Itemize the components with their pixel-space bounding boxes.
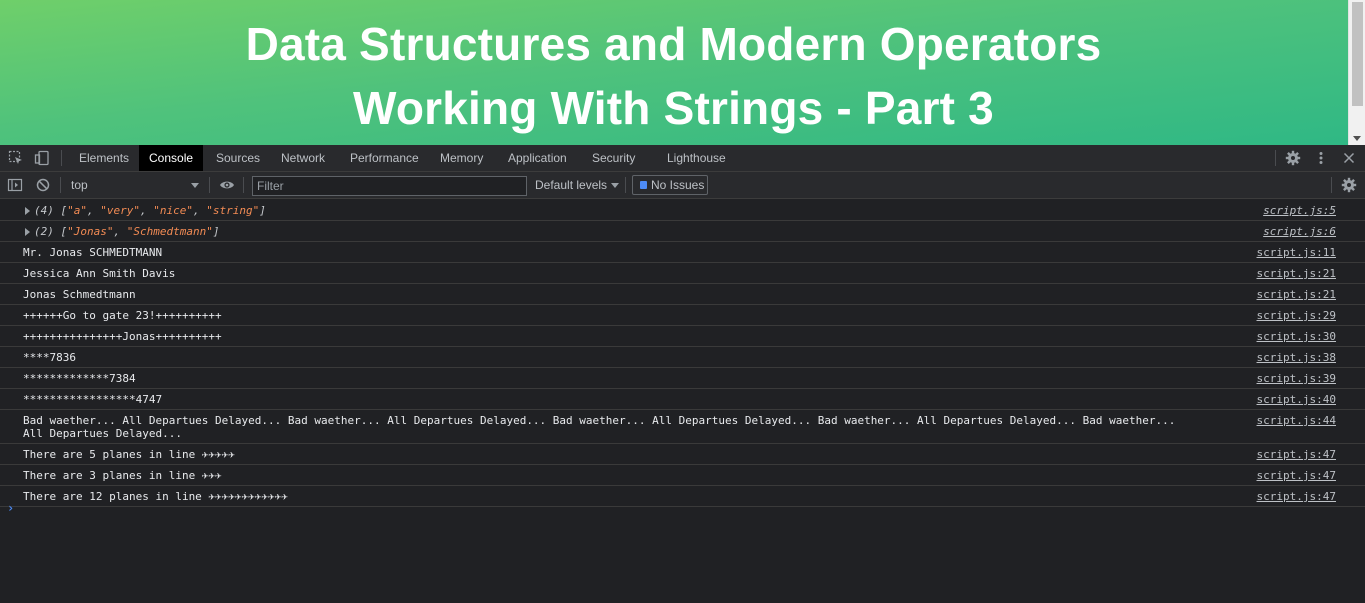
log-message: Mr. Jonas SCHMEDTMANN <box>23 246 163 259</box>
source-link[interactable]: script.js:44 <box>1257 414 1336 427</box>
array-item: "a" <box>67 204 87 217</box>
page-scrollbar[interactable] <box>1348 0 1365 145</box>
expand-triangle-icon[interactable] <box>25 207 30 215</box>
console-settings-gear-icon[interactable] <box>1341 177 1357 193</box>
source-link[interactable]: script.js:47 <box>1257 448 1336 461</box>
console-row: ++++++Go to gate 23!++++++++++ script.js:… <box>0 305 1365 326</box>
gear-icon[interactable] <box>1285 150 1301 166</box>
eye-icon[interactable] <box>219 177 235 193</box>
tab-sources[interactable]: Sources <box>206 145 270 171</box>
clear-console-icon[interactable] <box>35 177 51 193</box>
console-row: Bad waether... All Departues Delayed... … <box>0 410 1365 444</box>
toolbar-separator <box>60 177 61 193</box>
device-toolbar-icon[interactable] <box>34 150 50 166</box>
log-message: There are 12 planes in line ✈✈✈✈✈✈✈✈✈✈✈✈ <box>23 490 288 503</box>
console-messages: (4) ["a", "very", "nice", "string"] scrip… <box>0 200 1365 603</box>
devtools-tabbar: Elements Console Sources Network Performance… <box>0 145 1365 172</box>
chevron-down-icon <box>611 183 620 189</box>
console-prompt-icon[interactable]: › <box>7 501 14 515</box>
log-message: ****7836 <box>23 351 76 364</box>
source-link[interactable]: script.js:29 <box>1257 309 1336 322</box>
scroll-down-icon[interactable] <box>1353 136 1361 141</box>
array-count: (2) <box>34 225 54 238</box>
log-levels-label: Default levels <box>535 178 608 192</box>
tab-elements[interactable]: Elements <box>69 145 139 171</box>
tab-security[interactable]: Security <box>582 145 645 171</box>
source-link[interactable]: script.js:11 <box>1257 246 1336 259</box>
array-preview: (2) ["Jonas", "Schmedtmann"] <box>34 225 220 238</box>
console-row: *****************4747 script.js:40 <box>0 389 1365 410</box>
issues-button[interactable]: No Issues <box>632 175 708 195</box>
source-link[interactable]: script.js:21 <box>1257 288 1336 301</box>
toolbar-separator <box>61 150 62 166</box>
issues-label: No Issues <box>651 178 705 192</box>
source-link[interactable]: script.js:5 <box>1263 204 1336 217</box>
log-message: There are 5 planes in line ✈✈✈✈✈ <box>23 448 235 461</box>
console-row: *************7384 script.js:39 <box>0 368 1365 389</box>
source-link[interactable]: script.js:6 <box>1263 225 1336 238</box>
expand-triangle-icon[interactable] <box>25 228 30 236</box>
console-toolbar: top Default levels No Issues <box>0 172 1365 199</box>
console-row: There are 5 planes in line ✈✈✈✈✈ script.j… <box>0 444 1365 465</box>
console-row: Jonas Schmedtmann script.js:21 <box>0 284 1365 305</box>
log-levels-dropdown[interactable]: Default levels <box>535 176 620 195</box>
log-message: Jessica Ann Smith Davis <box>23 267 176 280</box>
console-row[interactable]: (4) ["a", "very", "nice", "string"] scrip… <box>0 200 1365 221</box>
console-row: There are 12 planes in line ✈✈✈✈✈✈✈✈✈✈✈✈… <box>0 486 1365 507</box>
toolbar-separator <box>209 177 210 193</box>
log-message: *****************4747 <box>23 393 163 406</box>
context-selector[interactable]: top <box>63 176 205 195</box>
tab-application[interactable]: Application <box>498 145 577 171</box>
array-count: (4) <box>34 204 54 217</box>
devtools-panel: Elements Console Sources Network Performance… <box>0 145 1365 603</box>
log-message: +++++++++++++++Jonas++++++++++ <box>23 330 222 343</box>
toolbar-separator <box>243 177 244 193</box>
scrollbar-thumb[interactable] <box>1352 2 1363 106</box>
toolbar-separator <box>625 177 626 193</box>
source-link[interactable]: script.js:39 <box>1257 372 1336 385</box>
array-item: "Schmedtmann" <box>126 225 213 238</box>
more-vertical-icon[interactable] <box>1313 150 1329 166</box>
page-subtitle: Working With Strings - Part 3 <box>353 82 994 134</box>
array-item: "very" <box>100 204 140 217</box>
console-row: +++++++++++++++Jonas++++++++++ script.js:… <box>0 326 1365 347</box>
chevron-down-icon <box>191 183 199 188</box>
source-link[interactable]: script.js:21 <box>1257 267 1336 280</box>
log-message: ++++++Go to gate 23!++++++++++ <box>23 309 222 322</box>
log-message: Jonas Schmedtmann <box>23 288 136 301</box>
log-message: *************7384 <box>23 372 136 385</box>
close-icon[interactable] <box>1341 150 1357 166</box>
tab-network[interactable]: Network <box>271 145 335 171</box>
console-row: Jessica Ann Smith Davis script.js:21 <box>0 263 1365 284</box>
tab-memory[interactable]: Memory <box>430 145 493 171</box>
toolbar-separator <box>1331 177 1332 193</box>
source-link[interactable]: script.js:47 <box>1257 490 1336 503</box>
console-row: There are 3 planes in line ✈✈✈ script.js:… <box>0 465 1365 486</box>
array-preview: (4) ["a", "very", "nice", "string"] <box>34 204 266 217</box>
tab-lighthouse[interactable]: Lighthouse <box>657 145 736 171</box>
page-title: Data Structures and Modern Operators <box>245 18 1102 70</box>
array-item: "Jonas" <box>67 225 114 238</box>
array-item: "string" <box>206 204 260 217</box>
issue-flag-icon <box>640 181 647 189</box>
source-link[interactable]: script.js:30 <box>1257 330 1336 343</box>
context-value: top <box>71 178 88 192</box>
sidebar-toggle-icon[interactable] <box>7 177 23 193</box>
array-item: "nice" <box>153 204 193 217</box>
filter-input[interactable] <box>252 176 527 196</box>
console-row: Mr. Jonas SCHMEDTMANN script.js:11 <box>0 242 1365 263</box>
source-link[interactable]: script.js:38 <box>1257 351 1336 364</box>
source-link[interactable]: script.js:40 <box>1257 393 1336 406</box>
tab-console[interactable]: Console <box>139 145 204 171</box>
toolbar-separator <box>1275 150 1276 166</box>
log-message: Bad waether... All Departues Delayed... … <box>23 414 1182 440</box>
console-row: ****7836 script.js:38 <box>0 347 1365 368</box>
tab-performance[interactable]: Performance <box>340 145 429 171</box>
source-link[interactable]: script.js:47 <box>1257 469 1336 482</box>
log-message: There are 3 planes in line ✈✈✈ <box>23 469 222 482</box>
inspect-element-icon[interactable] <box>8 150 24 166</box>
page-viewport: Data Structures and Modern Operators Wor… <box>0 0 1365 145</box>
console-row[interactable]: (2) ["Jonas", "Schmedtmann"] script.js:6 <box>0 221 1365 242</box>
